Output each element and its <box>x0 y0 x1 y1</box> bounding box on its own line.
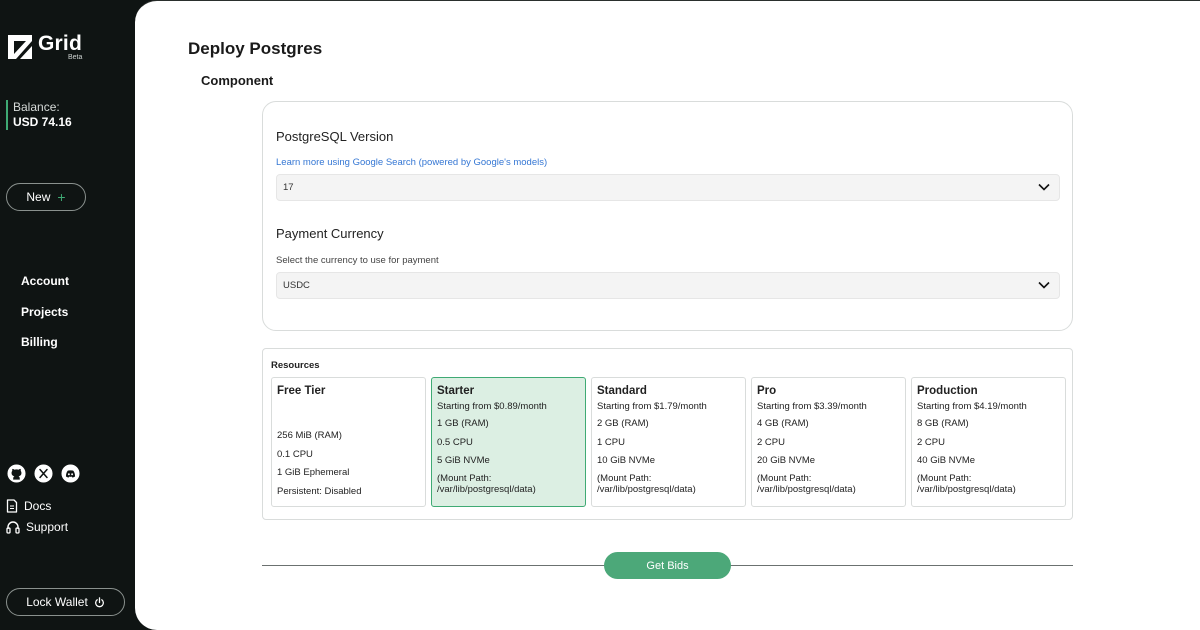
version-value: 17 <box>283 182 294 193</box>
tier-spec: 20 GiB NVMe <box>757 455 816 466</box>
chevron-down-icon <box>1038 183 1050 191</box>
currency-help: Select the currency to use for payment <box>276 255 439 266</box>
tier-spec: 1 GiB Ephemeral <box>277 467 350 478</box>
tier-spec: 0.1 CPU <box>277 448 313 460</box>
tier-mount-path: (Mount Path: /var/lib/postgresql/data) <box>597 472 696 496</box>
tier-price: Starting from $0.89/month <box>437 401 547 412</box>
discord-icon[interactable] <box>60 463 80 483</box>
lock-wallet-button[interactable]: Lock Wallet <box>6 588 125 616</box>
tier-mount-path: (Mount Path: /var/lib/postgresql/data) <box>917 472 1016 496</box>
sidebar-item-billing[interactable]: Billing <box>21 333 69 364</box>
tier-spec: 5 GiB NVMe <box>437 455 490 466</box>
tier-spec: Persistent: Disabled <box>277 485 362 497</box>
tier-name: Free Tier <box>277 385 326 397</box>
tier-spec: 4 GB (RAM) <box>757 418 809 429</box>
tier-card-free[interactable]: Free Tier 256 MiB (RAM) 0.1 CPU 1 GiB Ep… <box>271 377 426 507</box>
page-title: Deploy Postgres <box>188 39 323 58</box>
sidebar: Grid Beta Balance: USD 74.16 New + Accou… <box>0 0 135 630</box>
lock-wallet-label: Lock Wallet <box>26 595 88 609</box>
tier-spec: 1 CPU <box>597 436 625 448</box>
tier-spec: 10 GiB NVMe <box>597 455 656 466</box>
tier-card-production[interactable]: Production Starting from $4.19/month 8 G… <box>911 377 1066 507</box>
currency-label: Payment Currency <box>276 226 384 241</box>
tier-card-standard[interactable]: Standard Starting from $1.79/month 2 GB … <box>591 377 746 507</box>
component-form: PostgreSQL Version Learn more using Goog… <box>262 101 1073 331</box>
main-panel: Deploy Postgres Component PostgreSQL Ver… <box>135 0 1200 630</box>
new-button-label: New <box>26 190 51 204</box>
tier-mount-path: (Mount Path: /var/lib/postgresql/data) <box>757 472 856 496</box>
tier-spec: 0.5 CPU <box>437 436 473 448</box>
plus-icon: + <box>57 189 66 205</box>
version-label: PostgreSQL Version <box>276 129 394 144</box>
tier-name: Pro <box>757 385 777 397</box>
logo-title: Grid <box>38 32 82 55</box>
balance-label: Balance: <box>13 100 60 114</box>
tier-card-starter[interactable]: Starter Starting from $0.89/month 1 GB (… <box>431 377 586 507</box>
logo-badge: Beta <box>68 54 83 61</box>
github-icon[interactable] <box>6 463 26 483</box>
sidebar-nav: Account Projects Billing <box>21 272 69 364</box>
logo[interactable]: Grid Beta <box>7 32 83 62</box>
tier-name: Standard <box>597 385 647 397</box>
tier-price: Starting from $4.19/month <box>917 401 1027 412</box>
support-label: Support <box>26 519 69 534</box>
social-links <box>6 463 87 483</box>
chevron-down-icon <box>1038 281 1050 289</box>
currency-value: USDC <box>283 280 310 291</box>
support-link[interactable]: Support <box>6 517 68 538</box>
sidebar-item-projects[interactable]: Projects <box>21 303 69 334</box>
currency-select[interactable]: USDC <box>276 272 1060 299</box>
get-bids-button[interactable]: Get Bids <box>604 552 731 579</box>
tier-spec: 256 MiB (RAM) <box>277 430 342 441</box>
version-select[interactable]: 17 <box>276 174 1060 201</box>
tier-spec: 2 CPU <box>917 436 945 448</box>
headset-icon <box>6 521 20 534</box>
sidebar-item-account[interactable]: Account <box>21 272 69 303</box>
section-title: Component <box>201 73 274 88</box>
tier-spec: 1 GB (RAM) <box>437 418 489 429</box>
balance: Balance: USD 74.16 <box>6 100 72 130</box>
x-icon[interactable] <box>33 463 53 483</box>
docs-label: Docs <box>24 499 52 514</box>
sidebar-links: Docs Support <box>6 496 68 537</box>
tier-spec: 2 CPU <box>757 436 785 448</box>
tier-name: Production <box>917 385 978 397</box>
tier-mount-path: (Mount Path: /var/lib/postgresql/data) <box>437 472 536 496</box>
grid-logo-icon <box>8 35 32 59</box>
resources-title: Resources <box>271 360 320 371</box>
tier-spec: 8 GB (RAM) <box>917 418 969 429</box>
tier-spec: 40 GiB NVMe <box>917 455 976 466</box>
google-search-link[interactable]: Learn more using Google Search (powered … <box>276 157 547 168</box>
tier-price: Starting from $3.39/month <box>757 401 867 412</box>
tier-price: Starting from $1.79/month <box>597 401 707 412</box>
new-button[interactable]: New + <box>6 183 86 211</box>
docs-link[interactable]: Docs <box>6 496 68 517</box>
tier-spec: 2 GB (RAM) <box>597 418 649 429</box>
resources-panel: Resources Free Tier 256 MiB (RAM) 0.1 CP… <box>262 348 1073 520</box>
tier-name: Starter <box>437 385 475 397</box>
power-icon <box>94 596 104 607</box>
document-icon <box>6 499 18 513</box>
tier-card-pro[interactable]: Pro Starting from $3.39/month 4 GB (RAM)… <box>751 377 906 507</box>
balance-value: USD 74.16 <box>13 115 72 129</box>
